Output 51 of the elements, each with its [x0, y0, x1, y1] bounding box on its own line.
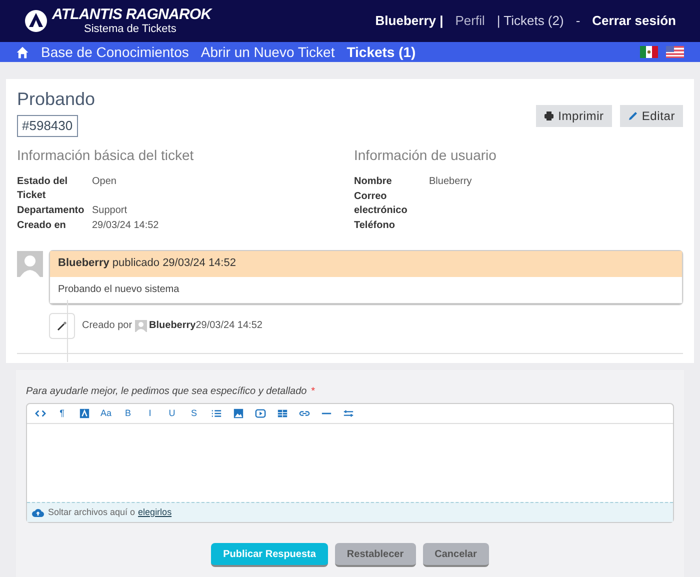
home-icon	[16, 46, 29, 58]
header-link[interactable]: Blueberry |	[375, 11, 444, 31]
required-mark: *	[310, 386, 315, 397]
toolbar-button[interactable]: Aa	[98, 406, 114, 420]
toolbar-button[interactable]: S	[186, 406, 202, 420]
field-label: Estado del Ticket	[17, 174, 69, 202]
choose-files-link[interactable]: elegirlos	[138, 506, 172, 520]
toolbar-button[interactable]: I	[142, 406, 158, 420]
toolbar-button[interactable]: U	[164, 406, 180, 420]
field-value: Support	[92, 204, 128, 218]
field-label: Correo electrónico	[354, 190, 408, 218]
avatar-icon	[135, 320, 148, 332]
edit-button[interactable]: Editar	[620, 105, 683, 127]
cloud-upload-icon	[32, 508, 44, 517]
field-value: Open	[92, 174, 116, 188]
event-text: Creado por	[82, 319, 132, 333]
event-author: Blueberry	[149, 319, 196, 333]
field-label: Creado en	[17, 218, 67, 232]
field-value: 29/03/24 14:52	[92, 218, 159, 232]
secondary-button[interactable]: Cancelar	[422, 543, 489, 567]
section-heading: Información básica del ticket	[17, 146, 195, 164]
avatar-icon	[17, 250, 43, 276]
field-label: Departamento	[17, 204, 86, 218]
toolbar-button[interactable]: ¶	[54, 406, 70, 420]
nav-link[interactable]: Tickets (1)	[346, 42, 416, 62]
event-time: 29/03/24 14:52	[196, 319, 262, 333]
field-label: Teléfono	[354, 218, 396, 232]
header-link[interactable]: | Tickets (2)	[496, 11, 564, 31]
brand-name: ATLANTIS RAGNAROK	[52, 7, 212, 22]
message-header: Blueberry publicado 29/03/24 14:52	[58, 256, 236, 272]
pencil-icon	[628, 111, 638, 121]
brand-subtitle: Sistema de Tickets	[84, 24, 178, 35]
logo-icon	[24, 9, 48, 33]
print-button[interactable]: Imprimir	[536, 105, 612, 127]
nav-link[interactable]: Abrir un Nuevo Ticket	[200, 42, 335, 62]
secondary-button[interactable]: Restablecer	[334, 543, 416, 567]
header-link[interactable]: Cerrar sesión	[592, 11, 676, 31]
field-label: Nombre	[354, 174, 393, 188]
field-value: Blueberry	[429, 174, 472, 188]
nav-link[interactable]: Base de Conocimientos	[41, 42, 189, 62]
dropzone-text: Soltar archivos aquí o	[48, 506, 136, 519]
section-heading: Información de usuario	[354, 146, 498, 164]
header-link[interactable]: Perfil	[455, 11, 485, 31]
ticket-title: Probando	[17, 88, 96, 111]
message-body: Probando el nuevo sistema	[50, 276, 682, 302]
toolbar-button[interactable]: B	[120, 406, 136, 420]
header-link[interactable]: -	[576, 11, 580, 31]
mexico-flag-icon	[640, 46, 658, 58]
ticket-number: #598430	[17, 115, 78, 136]
usa-flag-icon	[666, 46, 684, 58]
reply-label: Para ayudarle mejor, le pedimos que sea específico y detallado	[26, 386, 307, 397]
